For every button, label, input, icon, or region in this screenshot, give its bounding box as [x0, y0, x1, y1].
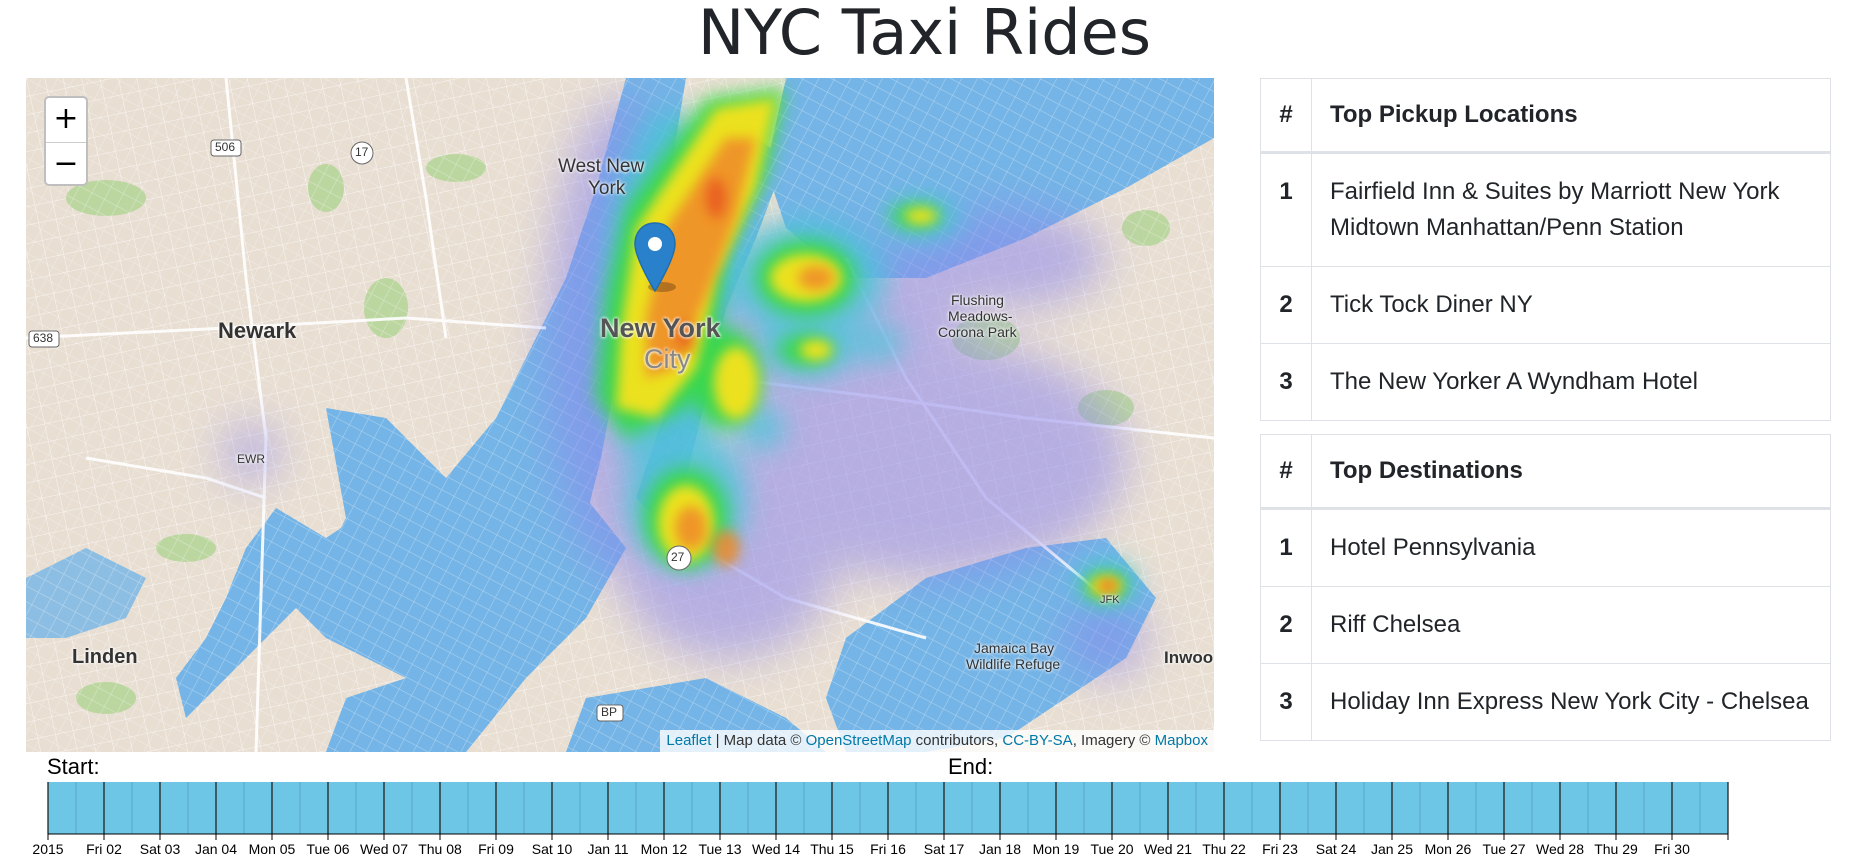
timeline-tick-label: Thu 22 [1202, 841, 1246, 857]
map-label-linden: Linden [72, 646, 138, 668]
map-label-ewr: EWR [237, 452, 265, 466]
rank-cell: 2 [1260, 586, 1312, 664]
timeline-tick-label: Tue 06 [306, 841, 349, 857]
attribution-text-2: contributors, [911, 732, 1003, 749]
timeline-tick-label: Jan 11 [588, 841, 629, 857]
map-shield-638: 638 [33, 331, 54, 345]
timeline-tick-label: Tue 20 [1090, 841, 1133, 857]
table-row: 1 Fairfield Inn & Suites by Marriott New… [1260, 152, 1831, 267]
timeline-tick-label: 2015 [32, 841, 63, 857]
location-cell: Riff Chelsea [1311, 586, 1831, 664]
zoom-control: + − [44, 96, 88, 186]
table-header-row: # Top Destinations [1260, 434, 1831, 510]
location-cell: The New Yorker A Wyndham Hotel [1311, 343, 1831, 421]
map-label-new-york-city: City [644, 344, 691, 374]
map-shield-bp: BP [601, 705, 618, 719]
map-label-flushing-2: Meadows- [948, 308, 1013, 324]
timeline-tick-label: Jan 25 [1371, 841, 1413, 857]
map-label-jamaica-bay: Jamaica Bay [974, 640, 1055, 656]
mapbox-link[interactable]: Mapbox [1155, 732, 1208, 749]
top-pickup-table: # Top Pickup Locations 1 Fairfield Inn &… [1260, 78, 1831, 421]
timeline-tick-label: Thu 15 [810, 841, 854, 857]
location-cell: Fairfield Inn & Suites by Marriott New Y… [1311, 152, 1831, 267]
timeline-tick-label: Fri 16 [870, 841, 906, 857]
timeline-tick-label: Jan 18 [979, 841, 1021, 857]
timeline-tick-label: Fri 02 [86, 841, 122, 857]
timeline-tick-label: Sat 10 [532, 841, 573, 857]
attribution-text-1: | Map data © [711, 732, 806, 749]
timeline-tick-label: Sat 03 [140, 841, 181, 857]
start-label: Start: [47, 754, 100, 779]
rank-cell: 1 [1260, 508, 1312, 587]
table-header-row: # Top Pickup Locations [1260, 78, 1831, 154]
timeline-tick-label: Jan 04 [195, 841, 237, 857]
map-label-newark: Newark [218, 318, 297, 343]
map-label-jamaica-bay-2: Wildlife Refuge [966, 656, 1061, 672]
leaflet-link[interactable]: Leaflet [666, 732, 711, 749]
map-shield-17: 17 [355, 145, 369, 159]
table-row: 2 Riff Chelsea [1260, 586, 1831, 664]
location-cell: Tick Tock Diner NY [1311, 266, 1831, 344]
rank-column-header: # [1260, 434, 1312, 510]
cc-by-sa-link[interactable]: CC-BY-SA [1002, 732, 1072, 749]
date-range-brush[interactable]: 2015 Fri 02 Sat 03 Jan 04 Mon 05 Tue 06 Wed 07… [0, 780, 1849, 864]
rank-cell: 3 [1260, 343, 1312, 421]
location-cell: Holiday Inn Express New York City - Chel… [1311, 663, 1831, 741]
destination-column-header: Top Destinations [1311, 434, 1831, 510]
attribution-text-3: , Imagery © [1072, 732, 1155, 749]
timeline-tick-label: Sat 17 [924, 841, 965, 857]
zoom-out-button[interactable]: − [46, 143, 86, 187]
table-row: 2 Tick Tock Diner NY [1260, 266, 1831, 344]
timeline-tick-label: Tue 13 [698, 841, 741, 857]
zoom-in-button[interactable]: + [46, 98, 86, 143]
rank-cell: 2 [1260, 266, 1312, 344]
map-label-inwood: Inwoo [1164, 648, 1214, 667]
timeline-tick-label: Fri 30 [1654, 841, 1690, 857]
rank-cell: 1 [1260, 152, 1312, 267]
map-shield-27: 27 [671, 550, 685, 564]
timeline-tick-label: Mon 05 [249, 841, 296, 857]
table-row: 1 Hotel Pennsylvania [1260, 508, 1831, 587]
timeline-tick-label: Tue 27 [1482, 841, 1525, 857]
rank-column-header: # [1260, 78, 1312, 154]
timeline-tick-label: Wed 28 [1536, 841, 1584, 857]
map-label-jfk: JFK [1100, 594, 1120, 606]
map-label-flushing-3: Corona Park [938, 324, 1017, 340]
timeline-tick-label: Sat 24 [1316, 841, 1357, 857]
rank-cell: 3 [1260, 663, 1312, 741]
timeline-tick-label: Fri 23 [1262, 841, 1298, 857]
table-row: 3 Holiday Inn Express New York City - Ch… [1260, 663, 1831, 741]
top-destinations-table: # Top Destinations 1 Hotel Pennsylvania … [1260, 434, 1831, 741]
heatmap-map[interactable]: West New York Newark New York City Flush… [26, 78, 1214, 752]
timeline-tick-label: Thu 29 [1594, 841, 1638, 857]
map-label-flushing: Flushing [951, 292, 1004, 308]
map-attribution: Leaflet | Map data © OpenStreetMap contr… [660, 730, 1214, 752]
timeline-tick-label: Mon 26 [1425, 841, 1472, 857]
timeline-tick-label: Wed 21 [1144, 841, 1192, 857]
page-title: NYC Taxi Rides [697, 0, 1152, 69]
map-shield-506: 506 [215, 140, 236, 154]
table-row: 3 The New Yorker A Wyndham Hotel [1260, 343, 1831, 421]
timeline-tick-label: Wed 14 [752, 841, 800, 857]
openstreetmap-link[interactable]: OpenStreetMap [806, 732, 912, 749]
pickup-column-header: Top Pickup Locations [1311, 78, 1831, 154]
map-label-west-new-york-2: York [588, 178, 626, 199]
map-label-west-new-york: West New [558, 156, 645, 177]
location-cell: Hotel Pennsylvania [1311, 508, 1831, 587]
timeline-tick-label: Fri 09 [478, 841, 514, 857]
end-label: End: [948, 754, 994, 779]
map-label-new-york: New York [600, 313, 721, 343]
timeline-tick-label: Thu 08 [418, 841, 462, 857]
timeline-tick-label: Wed 07 [360, 841, 408, 857]
timeline-tick-label: Mon 12 [641, 841, 688, 857]
map-marker-icon[interactable] [632, 221, 678, 293]
timeline-tick-label: Mon 19 [1033, 841, 1080, 857]
